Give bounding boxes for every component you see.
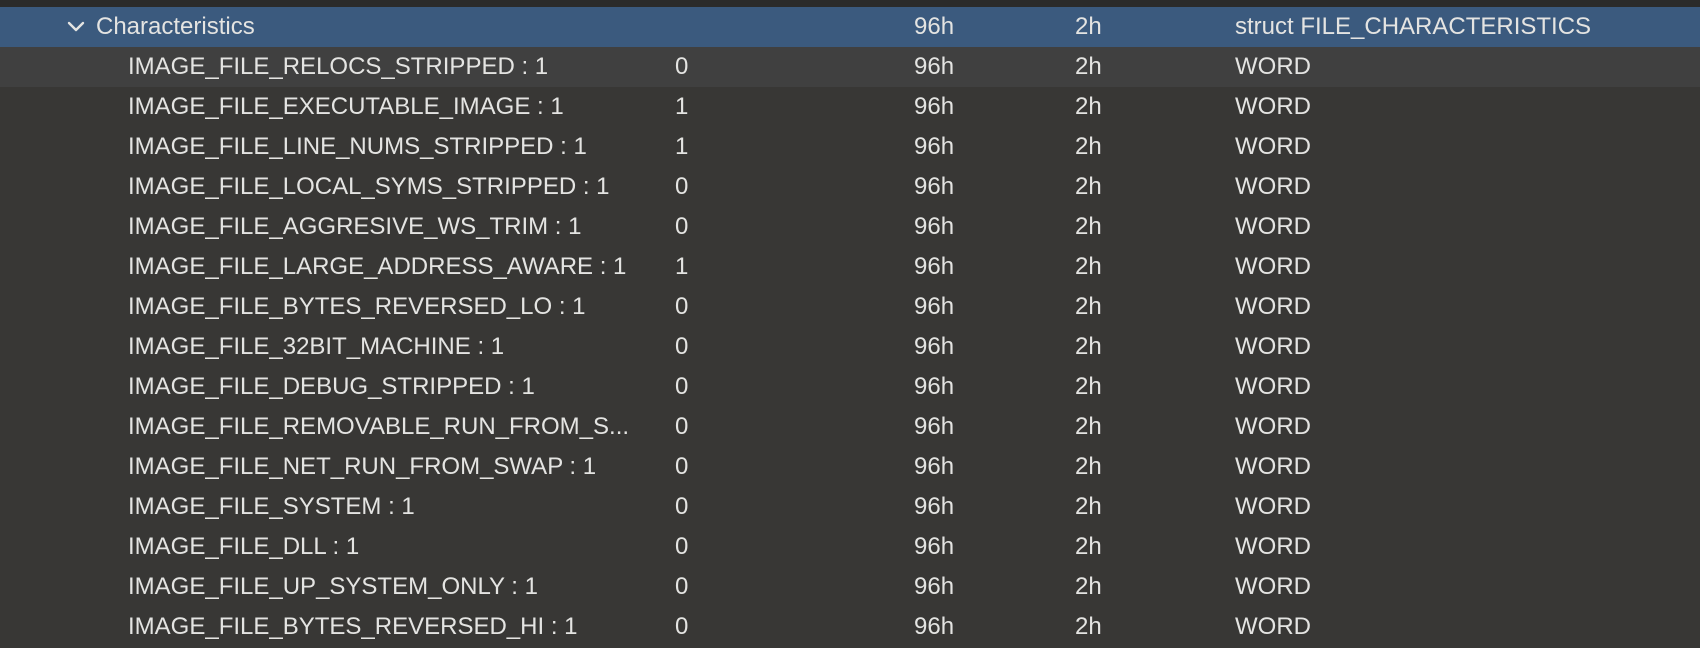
field-start: 96h xyxy=(914,53,955,80)
field-size: 2h xyxy=(1075,253,1102,280)
field-value: 1 xyxy=(675,93,689,120)
field-type: WORD xyxy=(1235,93,1311,120)
field-size: 2h xyxy=(1075,533,1102,560)
field-start: 96h xyxy=(914,133,955,160)
field-name: IMAGE_FILE_EXECUTABLE_IMAGE : 1 xyxy=(128,93,564,120)
field-type: WORD xyxy=(1235,213,1311,240)
field-size: 2h xyxy=(1075,573,1102,600)
tree-row-characteristics[interactable]: Characteristics 96h 2h struct FILE_CHARA… xyxy=(0,7,1700,47)
field-size: 2h xyxy=(1075,13,1102,40)
field-type: WORD xyxy=(1235,533,1311,560)
field-type: WORD xyxy=(1235,413,1311,440)
field-value: 1 xyxy=(675,133,689,160)
field-type: WORD xyxy=(1235,293,1311,320)
field-size: 2h xyxy=(1075,493,1102,520)
field-value: 0 xyxy=(675,53,689,80)
field-size: 2h xyxy=(1075,453,1102,480)
field-size: 2h xyxy=(1075,53,1102,80)
field-value: 0 xyxy=(675,333,689,360)
field-size: 2h xyxy=(1075,333,1102,360)
field-size: 2h xyxy=(1075,213,1102,240)
field-start: 96h xyxy=(914,293,955,320)
tree-row[interactable]: IMAGE_FILE_BYTES_REVERSED_HI : 1 0 96h 2… xyxy=(0,607,1700,647)
field-size: 2h xyxy=(1075,373,1102,400)
field-type: WORD xyxy=(1235,613,1311,640)
field-name: IMAGE_FILE_AGGRESIVE_WS_TRIM : 1 xyxy=(128,213,582,240)
tree-row[interactable]: IMAGE_FILE_DLL : 1 0 96h 2h WORD xyxy=(0,527,1700,567)
template-results-tree: Characteristics 96h 2h struct FILE_CHARA… xyxy=(0,7,1700,647)
tree-row[interactable]: IMAGE_FILE_BYTES_REVERSED_LO : 1 0 96h 2… xyxy=(0,287,1700,327)
field-start: 96h xyxy=(914,93,955,120)
field-name: IMAGE_FILE_LARGE_ADDRESS_AWARE : 1 xyxy=(128,253,627,280)
field-start: 96h xyxy=(914,493,955,520)
field-start: 96h xyxy=(914,533,955,560)
field-name: IMAGE_FILE_32BIT_MACHINE : 1 xyxy=(128,333,505,360)
tree-row[interactable]: IMAGE_FILE_LINE_NUMS_STRIPPED : 1 1 96h … xyxy=(0,127,1700,167)
chevron-down-icon[interactable] xyxy=(66,17,86,37)
field-value: 0 xyxy=(675,293,689,320)
field-size: 2h xyxy=(1075,93,1102,120)
field-size: 2h xyxy=(1075,293,1102,320)
field-size: 2h xyxy=(1075,173,1102,200)
field-value: 0 xyxy=(675,493,689,520)
field-start: 96h xyxy=(914,373,955,400)
field-size: 2h xyxy=(1075,413,1102,440)
field-name: IMAGE_FILE_DEBUG_STRIPPED : 1 xyxy=(128,373,535,400)
field-type: WORD xyxy=(1235,493,1311,520)
field-name: IMAGE_FILE_LOCAL_SYMS_STRIPPED : 1 xyxy=(128,173,610,200)
field-start: 96h xyxy=(914,213,955,240)
field-name: IMAGE_FILE_BYTES_REVERSED_LO : 1 xyxy=(128,293,586,320)
tree-row[interactable]: IMAGE_FILE_LOCAL_SYMS_STRIPPED : 1 0 96h… xyxy=(0,167,1700,207)
tree-row[interactable]: IMAGE_FILE_LARGE_ADDRESS_AWARE : 1 1 96h… xyxy=(0,247,1700,287)
field-start: 96h xyxy=(914,173,955,200)
field-type: WORD xyxy=(1235,373,1311,400)
field-start: 96h xyxy=(914,413,955,440)
field-start: 96h xyxy=(914,573,955,600)
tree-row[interactable]: IMAGE_FILE_AGGRESIVE_WS_TRIM : 1 0 96h 2… xyxy=(0,207,1700,247)
field-value: 0 xyxy=(675,453,689,480)
field-name: Characteristics xyxy=(96,13,255,40)
field-value: 0 xyxy=(675,613,689,640)
field-name: IMAGE_FILE_DLL : 1 xyxy=(128,533,360,560)
top-divider xyxy=(0,0,1700,7)
field-value: 0 xyxy=(675,413,689,440)
field-value: 0 xyxy=(675,373,689,400)
field-start: 96h xyxy=(914,13,955,40)
field-name: IMAGE_FILE_NET_RUN_FROM_SWAP : 1 xyxy=(128,453,597,480)
field-value xyxy=(675,7,875,47)
field-type: WORD xyxy=(1235,53,1311,80)
field-value: 0 xyxy=(675,573,689,600)
field-name: IMAGE_FILE_BYTES_REVERSED_HI : 1 xyxy=(128,613,578,640)
field-start: 96h xyxy=(914,613,955,640)
field-start: 96h xyxy=(914,253,955,280)
field-type: WORD xyxy=(1235,133,1311,160)
field-type: WORD xyxy=(1235,333,1311,360)
field-name: IMAGE_FILE_SYSTEM : 1 xyxy=(128,493,415,520)
tree-row[interactable]: IMAGE_FILE_SYSTEM : 1 0 96h 2h WORD xyxy=(0,487,1700,527)
field-value: 0 xyxy=(675,173,689,200)
field-name: IMAGE_FILE_LINE_NUMS_STRIPPED : 1 xyxy=(128,133,587,160)
field-name: IMAGE_FILE_UP_SYSTEM_ONLY : 1 xyxy=(128,573,538,600)
field-name: IMAGE_FILE_RELOCS_STRIPPED : 1 xyxy=(128,53,549,80)
tree-row[interactable]: IMAGE_FILE_UP_SYSTEM_ONLY : 1 0 96h 2h W… xyxy=(0,567,1700,607)
field-type: WORD xyxy=(1235,253,1311,280)
tree-row[interactable]: IMAGE_FILE_EXECUTABLE_IMAGE : 1 1 96h 2h… xyxy=(0,87,1700,127)
field-type: WORD xyxy=(1235,573,1311,600)
field-value: 1 xyxy=(675,253,689,280)
tree-row[interactable]: IMAGE_FILE_RELOCS_STRIPPED : 1 0 96h 2h … xyxy=(0,47,1700,87)
field-size: 2h xyxy=(1075,133,1102,160)
field-start: 96h xyxy=(914,333,955,360)
field-value: 0 xyxy=(675,533,689,560)
tree-row[interactable]: IMAGE_FILE_NET_RUN_FROM_SWAP : 1 0 96h 2… xyxy=(0,447,1700,487)
field-start: 96h xyxy=(914,453,955,480)
field-value: 0 xyxy=(675,213,689,240)
field-type: struct FILE_CHARACTERISTICS xyxy=(1235,13,1592,40)
field-size: 2h xyxy=(1075,613,1102,640)
field-type: WORD xyxy=(1235,453,1311,480)
field-type: WORD xyxy=(1235,173,1311,200)
tree-row[interactable]: IMAGE_FILE_32BIT_MACHINE : 1 0 96h 2h WO… xyxy=(0,327,1700,367)
tree-row[interactable]: IMAGE_FILE_REMOVABLE_RUN_FROM_S... 0 96h… xyxy=(0,407,1700,447)
field-name: IMAGE_FILE_REMOVABLE_RUN_FROM_S... xyxy=(128,413,630,440)
tree-row[interactable]: IMAGE_FILE_DEBUG_STRIPPED : 1 0 96h 2h W… xyxy=(0,367,1700,407)
